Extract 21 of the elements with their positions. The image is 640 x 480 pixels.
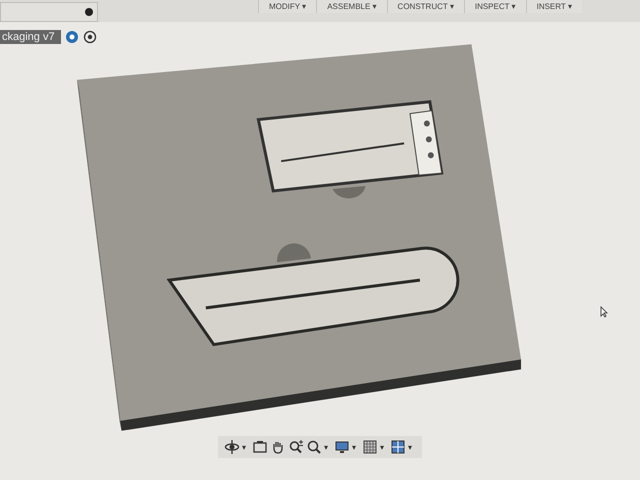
grid-icon[interactable] xyxy=(362,439,378,455)
toolbar-menu[interactable]: INSERT ▾ xyxy=(526,0,582,13)
caret-icon[interactable]: ▾ xyxy=(324,442,328,452)
zoom-icon[interactable] xyxy=(288,439,304,455)
toolbar-menu[interactable]: ASSEMBLE ▾ xyxy=(316,0,387,13)
magnifier-icon[interactable] xyxy=(306,439,322,455)
search-field[interactable] xyxy=(0,2,98,22)
toolbar-menu[interactable]: MODIFY ▾ xyxy=(258,0,316,13)
caret-icon[interactable]: ▾ xyxy=(352,442,356,452)
orbit-icon[interactable] xyxy=(224,439,240,455)
toolbar-menu[interactable]: INSPECT ▾ xyxy=(464,0,526,13)
toolbar-menu[interactable]: CONSTRUCT ▾ xyxy=(386,0,464,13)
camera-icon[interactable] xyxy=(252,439,268,455)
cursor-icon xyxy=(600,306,608,318)
target-icon[interactable] xyxy=(82,30,97,44)
viewports-icon[interactable] xyxy=(390,439,406,455)
caret-icon[interactable]: ▾ xyxy=(380,442,384,452)
document-tab[interactable]: ckaging v7 xyxy=(0,30,61,44)
monitor-icon[interactable] xyxy=(334,439,350,455)
caret-icon[interactable]: ▾ xyxy=(242,442,246,452)
caret-icon[interactable]: ▾ xyxy=(408,442,412,452)
